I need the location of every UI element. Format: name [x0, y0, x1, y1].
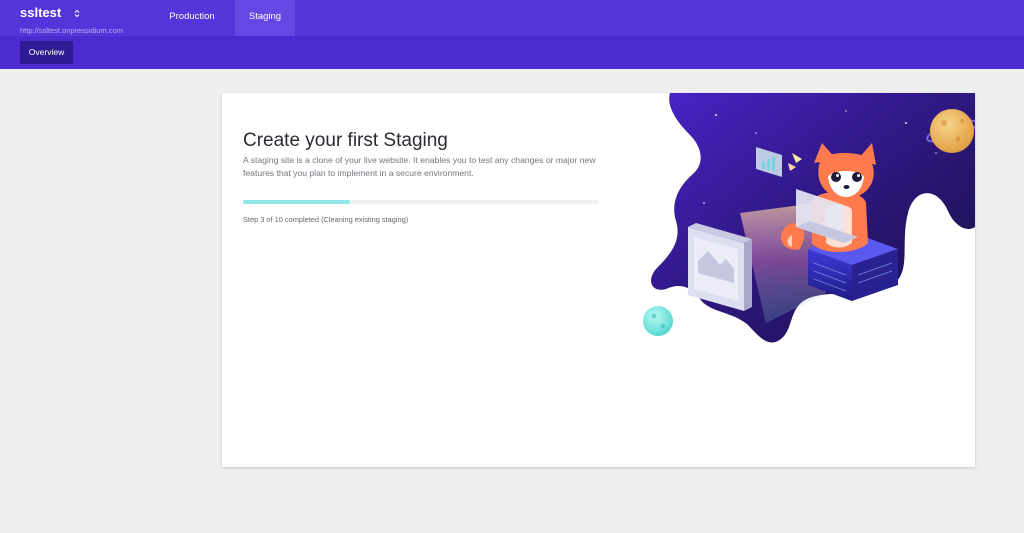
- tab-staging[interactable]: Staging: [235, 0, 295, 36]
- progress-status: Step 3 of 10 completed (Cleaning existin…: [243, 215, 409, 224]
- overview-button[interactable]: Overview: [20, 41, 73, 64]
- tab-production[interactable]: Production: [158, 0, 226, 36]
- fox-at-computer-illustration: [636, 93, 975, 467]
- site-selector[interactable]: ssltest http://ssltest.onpressidium.com: [20, 4, 123, 35]
- site-switch-icon[interactable]: [74, 5, 80, 23]
- progress-bar: [243, 200, 599, 204]
- staging-card: Create your first Staging A staging site…: [222, 93, 975, 467]
- site-url[interactable]: http://ssltest.onpressidium.com: [20, 26, 123, 35]
- progress-fill: [243, 200, 350, 204]
- top-header: ssltest http://ssltest.onpressidium.com …: [0, 0, 1024, 36]
- staging-description: A staging site is a clone of your live w…: [243, 155, 596, 178]
- page-title: Create your first Staging: [243, 130, 448, 151]
- site-name[interactable]: ssltest: [20, 5, 61, 20]
- sub-navigation: Overview: [0, 36, 1024, 69]
